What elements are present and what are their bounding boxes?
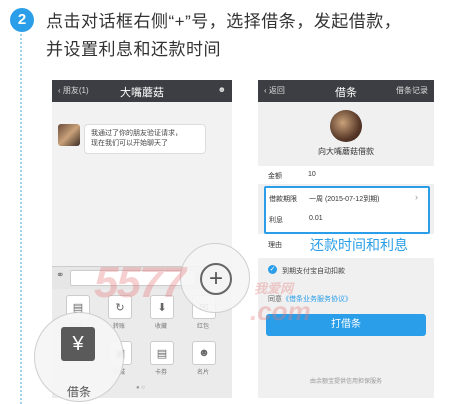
period-label: 借款期限 (269, 196, 297, 203)
period-row[interactable]: 借款期限 一周 (2015-07-12到期) › (267, 189, 424, 207)
voice-icon[interactable]: ⚭ (56, 270, 64, 281)
amount-row[interactable]: 金额 10 (258, 166, 434, 184)
chat-message-line-2: 现在我们可以开始聊天了 (91, 140, 168, 147)
chat-message-bubble: 我通过了你的朋友验证请求， 现在我们可以开始聊天了 (84, 124, 206, 154)
watermark-text: .com (250, 296, 311, 326)
step-number-badge: 2 (10, 8, 34, 32)
loan-navbar: ‹ 返回 借条 借条记录 (258, 80, 434, 102)
panel-card-icon[interactable]: ☻ (192, 341, 216, 365)
interest-label: 利息 (269, 217, 283, 224)
chat-message-line-1: 我通过了你的朋友验证请求， (91, 130, 182, 137)
step-title-line-2: 并设置利息和还款时间 (46, 40, 221, 59)
lender-avatar (330, 110, 362, 142)
panel-label-card: 名片 (196, 370, 209, 376)
interest-row[interactable]: 利息 0.01 (267, 210, 424, 228)
chevron-right-icon: › (415, 192, 418, 202)
plus-button-magnified[interactable]: + (180, 243, 250, 313)
reason-label: 理由 (268, 242, 282, 249)
loan-screen: ‹ 返回 借条 借条记录 向大嘴蘑菇借款 金额 10 借款期限 一周 (2015… (258, 80, 434, 398)
chat-title: 大嘴蘑菇 (120, 87, 164, 99)
loan-note-icon: ¥ (61, 327, 95, 361)
loan-button-label: 借条 (66, 385, 91, 399)
loan-button-magnified[interactable]: ¥ 借条 (34, 312, 124, 402)
friend-avatar[interactable] (58, 124, 80, 146)
loan-records-link[interactable]: 借条记录 (396, 85, 428, 96)
page-dots: ● ○ (136, 385, 145, 391)
panel-label-coupon: 卡券 (154, 370, 167, 376)
watermark-brand: 我爱网 (254, 281, 294, 296)
loan-subtitle: 向大嘴蘑菇借款 (318, 147, 374, 156)
plus-icon: + (200, 263, 232, 295)
watermark-digits: 5577 (94, 258, 186, 307)
chat-navbar: ‹ 朋友(1) 大嘴蘑菇 ☻ (52, 80, 232, 102)
amount-label: 金额 (268, 173, 282, 180)
panel-label-redpacket: 红包 (196, 324, 209, 330)
auto-debit-label: 到期支付宝自动扣款 (282, 268, 345, 275)
step-title-line-1: 点击对话框右侧“+”号，选择借条，发起借款， (46, 12, 402, 31)
annotation-text: 还款时间和利息 (310, 237, 408, 253)
loan-footer: 由余额宝提供信用担保服务 (309, 379, 382, 385)
period-value: 一周 (2015-07-12到期) (309, 196, 380, 203)
panel-label-favorite: 收藏 (154, 324, 167, 330)
contact-profile-icon[interactable]: ☻ (218, 85, 226, 94)
amount-value: 10 (308, 171, 316, 178)
step-guide-line (20, 30, 22, 404)
panel-coupon-icon[interactable]: ▤ (150, 341, 174, 365)
interest-value: 0.01 (309, 215, 323, 222)
auto-debit-checkbox[interactable]: ✓ (268, 265, 277, 274)
